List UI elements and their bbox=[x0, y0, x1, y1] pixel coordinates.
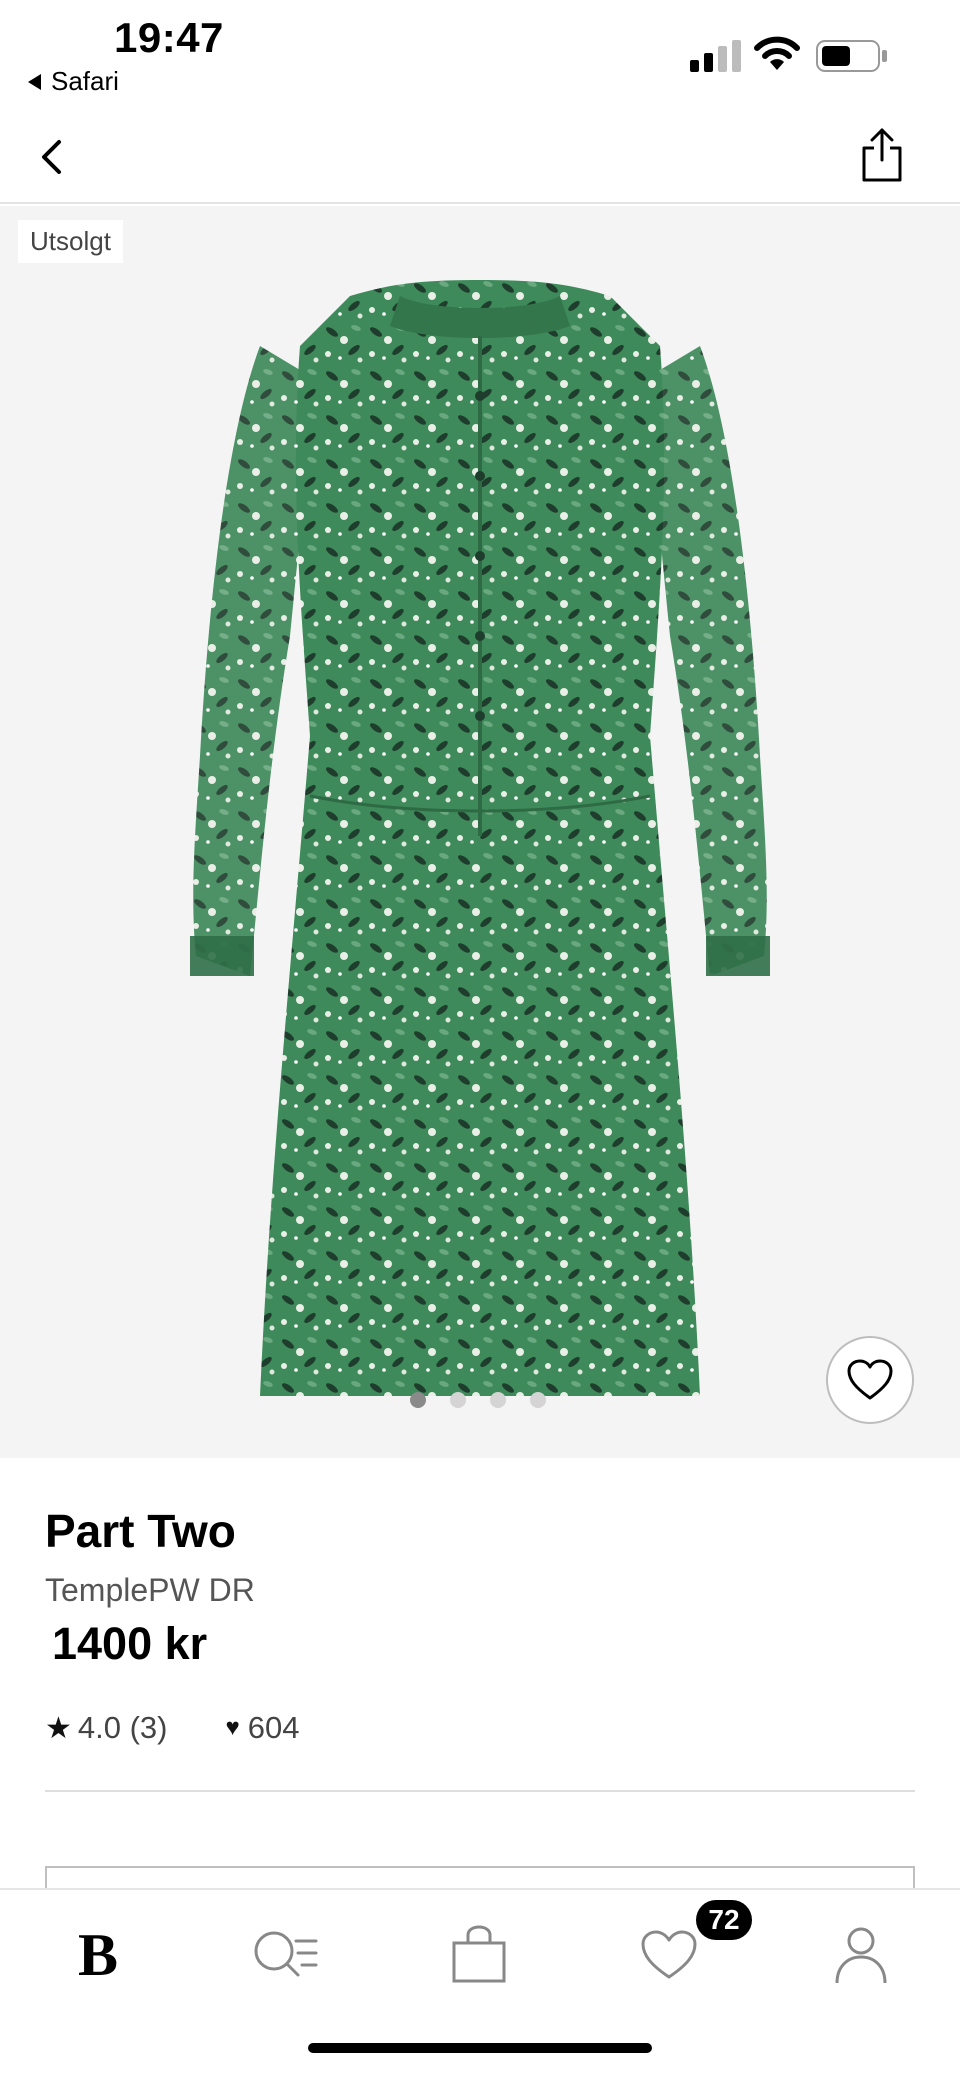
tab-search[interactable] bbox=[240, 1910, 330, 2000]
search-list-icon bbox=[254, 1931, 318, 1977]
favorites-count: 604 bbox=[247, 1710, 300, 1745]
battery-icon bbox=[816, 40, 887, 72]
product-brand[interactable]: Part Two bbox=[45, 1504, 236, 1558]
carousel-pagination bbox=[410, 1392, 546, 1408]
brand-logo: B bbox=[77, 1921, 119, 1988]
user-icon bbox=[835, 1927, 887, 1984]
product-price: 1400 kr bbox=[52, 1618, 208, 1669]
carousel-dot[interactable] bbox=[490, 1392, 506, 1408]
back-app-label: Safari bbox=[51, 66, 119, 96]
status-time: 19:47 bbox=[114, 14, 224, 61]
tab-profile[interactable] bbox=[816, 1910, 906, 2000]
carousel-dot[interactable] bbox=[530, 1392, 546, 1408]
wifi-icon bbox=[754, 36, 800, 70]
heart-filled-icon: ♥ bbox=[225, 1714, 240, 1741]
heart-outline-icon bbox=[847, 1359, 893, 1400]
divider bbox=[45, 1790, 915, 1792]
rating-value[interactable]: 4.0 (3) bbox=[78, 1710, 168, 1746]
carousel-dot[interactable] bbox=[410, 1392, 426, 1408]
back-triangle-icon bbox=[28, 73, 41, 90]
tab-bag[interactable] bbox=[434, 1910, 524, 2000]
shopping-bag-icon bbox=[452, 1925, 506, 1983]
product-name: TemplePW DR bbox=[45, 1572, 255, 1608]
carousel-dot[interactable] bbox=[450, 1392, 466, 1408]
wishlist-count-badge: 72 bbox=[696, 1900, 752, 1940]
chevron-left-icon[interactable] bbox=[28, 132, 78, 182]
star-icon: ★ bbox=[45, 1711, 72, 1745]
share-icon[interactable] bbox=[860, 126, 904, 184]
back-to-app-link[interactable]: Safari bbox=[28, 66, 119, 97]
product-image-carousel[interactable]: Utsolgt bbox=[0, 206, 960, 1458]
tab-home[interactable]: B bbox=[53, 1910, 143, 2000]
status-bar: 19:47 Safari bbox=[0, 0, 960, 110]
product-image bbox=[190, 280, 770, 1396]
product-meta: ★ 4.0 (3) ♥ 604 bbox=[45, 1710, 300, 1746]
home-indicator bbox=[308, 2043, 652, 2053]
cellular-signal-icon bbox=[690, 40, 741, 72]
nav-bar bbox=[0, 110, 960, 204]
sold-out-badge: Utsolgt bbox=[18, 220, 123, 263]
favorite-button[interactable] bbox=[826, 1336, 914, 1424]
heart-outline-icon bbox=[641, 1930, 697, 1979]
